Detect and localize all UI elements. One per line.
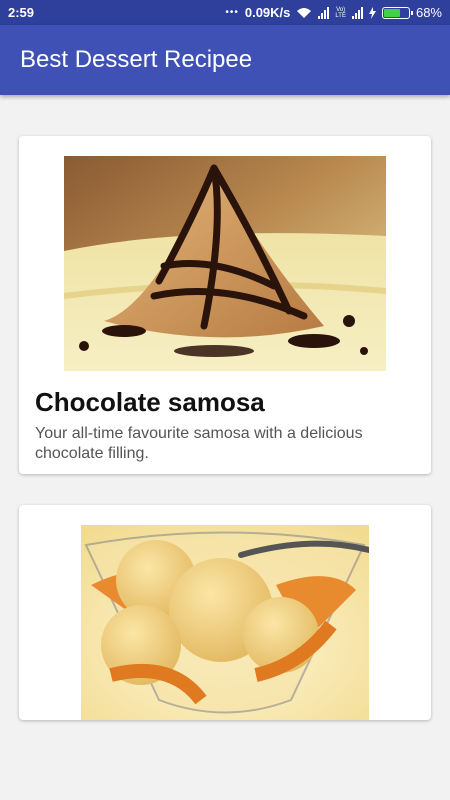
signal-icon <box>318 6 330 19</box>
recipe-description: Your all-time favourite samosa with a de… <box>35 425 363 462</box>
wifi-icon <box>297 7 312 18</box>
app-title: Best Dessert Recipee <box>20 46 253 73</box>
signal-icon-2 <box>351 6 363 19</box>
recipe-title: Chocolate samosa <box>35 387 265 417</box>
battery-icon <box>381 6 413 19</box>
recipe-card-ice-cream[interactable] <box>19 505 431 720</box>
network-speed: 0.09K/s <box>244 5 291 20</box>
status-bar: 2:59 ••• 0.09K/s Vo) LTE 68% <box>0 0 450 25</box>
volte-lte-icon: Vo) LTE <box>335 6 346 19</box>
chocolate-samosa-image <box>64 156 386 371</box>
status-icons: ••• 0.09K/s Vo) LTE 68% <box>225 5 442 20</box>
recipe-card-chocolate-samosa[interactable]: Chocolate samosa Your all-time favourite… <box>19 136 431 474</box>
ice-cream-image <box>81 525 369 720</box>
app-bar: Best Dessert Recipee <box>0 25 450 95</box>
battery-percentage: 68% <box>415 5 442 20</box>
status-time: 2:59 <box>8 5 35 20</box>
charging-icon <box>368 6 376 19</box>
more-notifications-icon: ••• <box>225 7 239 18</box>
